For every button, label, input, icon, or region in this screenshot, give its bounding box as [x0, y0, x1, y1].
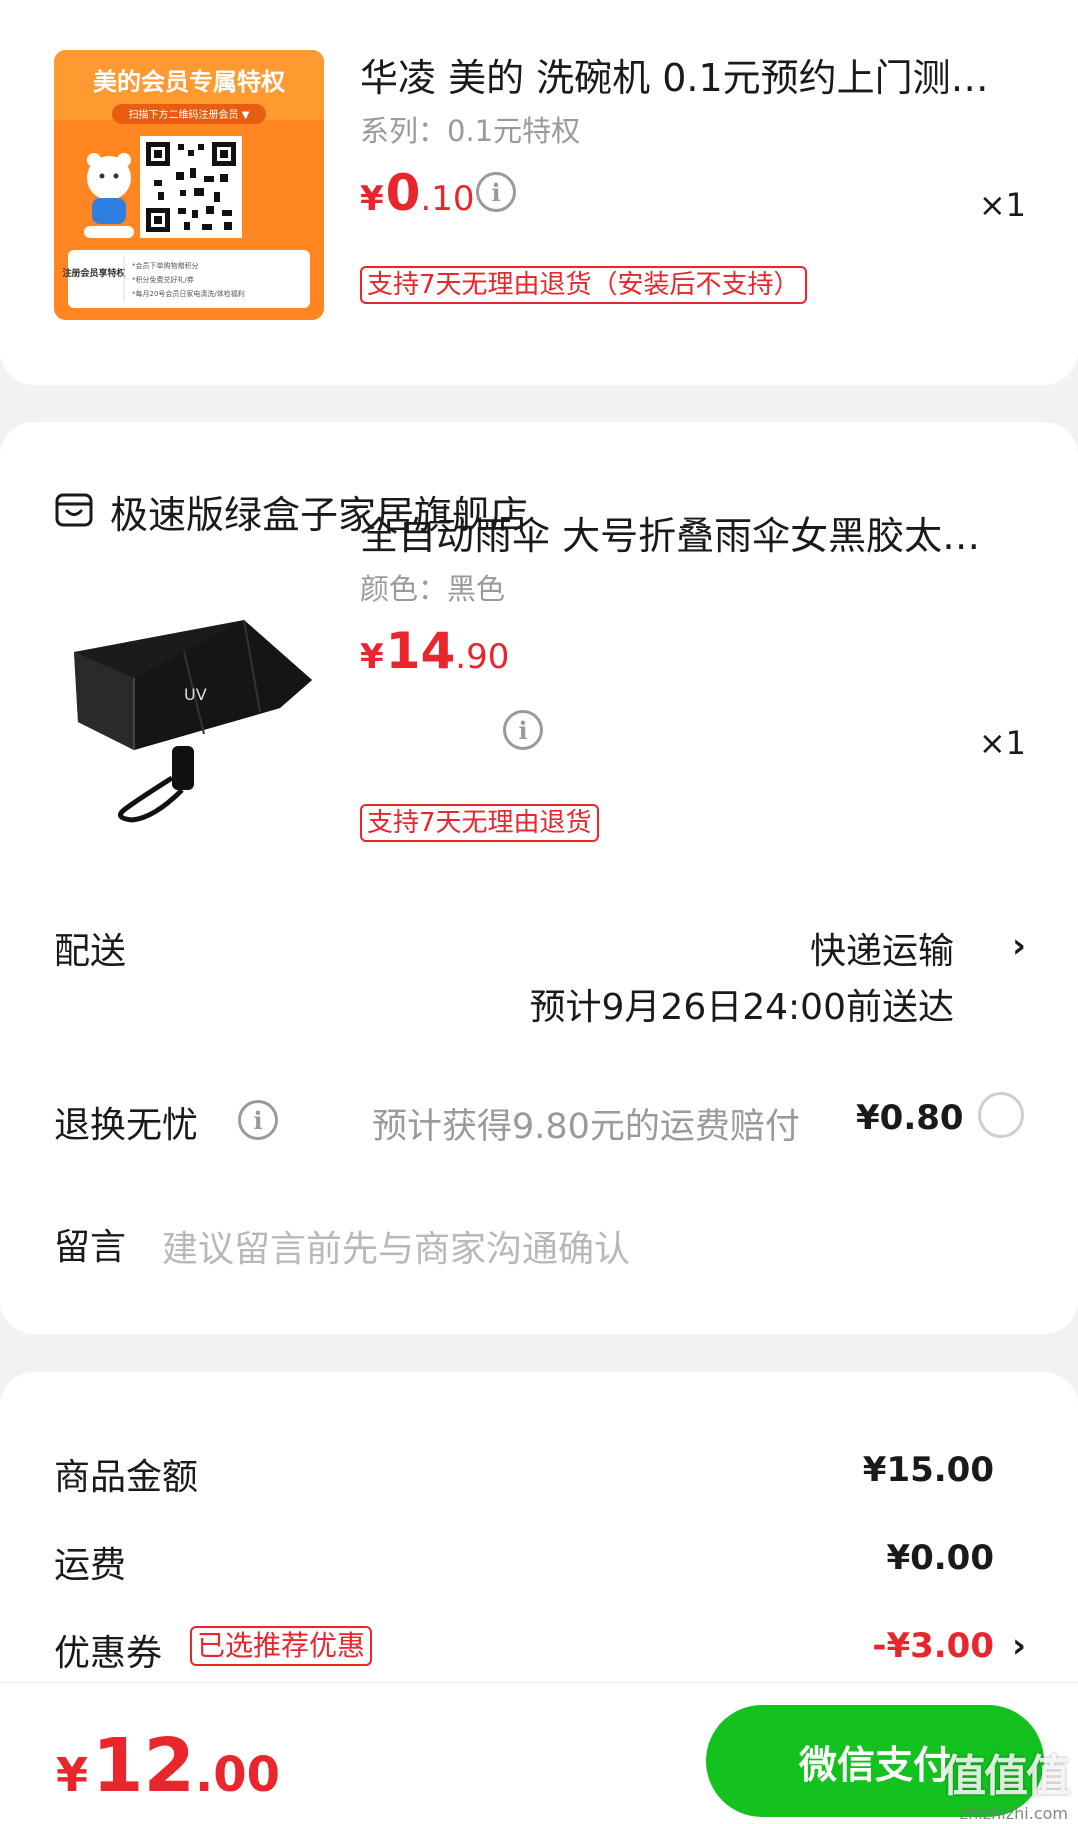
total-integer: 12 [92, 1723, 195, 1809]
return-insurance-desc: 预计获得9.80元的运费赔付 [372, 1107, 800, 1147]
product-spec[interactable]: 系列：0.1元特权 [360, 108, 580, 150]
goods-amount-value: ¥15.00 [862, 1450, 994, 1490]
return-insurance-price: ¥0.80 [856, 1098, 964, 1138]
store-order-card: 极速版绿盒子家居旗舰店 UV 全自动雨伞 大号折叠雨伞女黑胶太… 颜色：黑色 ¥… [0, 422, 1078, 1334]
promo-benefit-label: 注册会员享特权 [62, 267, 126, 279]
product-price: ¥ 0 .10 [360, 164, 475, 222]
product-spec[interactable]: 颜色：黑色 [360, 566, 505, 608]
price-decimal: .90 [455, 637, 510, 677]
umbrella-label: UV [184, 685, 207, 704]
price-currency: ¥ [360, 637, 384, 677]
total-price: ¥ 12 .00 [56, 1723, 280, 1809]
promo-benefit-3: *每月20号会员日家电清洗/体检福利 [132, 289, 245, 298]
promo-subtitle: 扫描下方二维码注册会员 ▼ [129, 108, 250, 121]
coupon-label: 优惠券 [54, 1633, 163, 1674]
promo-benefit-1: *会员下单购物赠积分 [132, 261, 199, 270]
delivery-label: 配送 [54, 931, 127, 972]
return-insurance-info-icon[interactable]: i [238, 1100, 278, 1140]
return-policy-tag: 支持7天无理由退货（安装后不支持） [360, 266, 807, 304]
message-input[interactable]: 建议留言前先与商家沟通确认 [162, 1220, 630, 1272]
shipping-fee-label: 运费 [54, 1545, 127, 1586]
coupon-value[interactable]: -¥3.00 [872, 1626, 994, 1666]
total-decimal: .00 [195, 1747, 281, 1803]
delivery-method[interactable]: 快递运输 [810, 922, 954, 974]
store-icon [54, 490, 94, 534]
total-currency: ¥ [56, 1748, 89, 1802]
product-image-umbrella[interactable]: UV [54, 562, 324, 832]
price-decimal: .10 [420, 179, 475, 219]
goods-amount-label: 商品金额 [54, 1457, 199, 1498]
message-label: 留言 [54, 1227, 127, 1268]
return-insurance-radio[interactable] [978, 1092, 1024, 1138]
price-currency: ¥ [360, 179, 384, 219]
price-integer: 14 [385, 622, 456, 680]
promo-title: 美的会员专属特权 [93, 68, 285, 96]
return-policy-tag: 支持7天无理由退货 [360, 804, 599, 842]
product-image-dishwasher-promo[interactable]: 美的会员专属特权 扫描下方二维码注册会员 ▼ 注册会员享特权 *会员下单购物赠积… [54, 50, 324, 320]
product-title[interactable]: 全自动雨伞 大号折叠雨伞女黑胶太… [360, 514, 1000, 558]
chevron-right-icon[interactable]: › [1012, 926, 1026, 966]
quantity: ×1 [978, 724, 1026, 762]
price-integer: 0 [385, 164, 421, 222]
price-info-icon[interactable]: i [503, 710, 543, 750]
shipping-fee-value: ¥0.00 [886, 1538, 994, 1578]
promo-benefit-2: *积分免费兑好礼/券 [132, 275, 194, 284]
product-title[interactable]: 华凌 美的 洗碗机 0.1元预约上门测… [360, 56, 1000, 100]
chevron-right-icon[interactable]: › [1012, 1626, 1026, 1666]
watermark-brand: 值值值 [942, 1751, 1070, 1802]
checkout-bar: ¥ 12 .00 微信支付 [0, 1682, 1078, 1824]
product-price: ¥ 14 .90 [360, 622, 509, 680]
site-watermark: 值值值 zhizhizhi.com [942, 1740, 1070, 1823]
watermark-url: zhizhizhi.com [959, 1804, 1068, 1823]
price-info-icon[interactable]: i [476, 172, 516, 212]
coupon-tag[interactable]: 已选推荐优惠 [190, 1626, 373, 1666]
return-insurance-label: 退换无忧 [54, 1105, 199, 1146]
order-item-card-1: 美的会员专属特权 扫描下方二维码注册会员 ▼ 注册会员享特权 *会员下单购物赠积… [0, 0, 1078, 385]
delivery-eta: 预计9月26日24:00前送达 [529, 987, 954, 1028]
quantity: ×1 [978, 186, 1026, 224]
